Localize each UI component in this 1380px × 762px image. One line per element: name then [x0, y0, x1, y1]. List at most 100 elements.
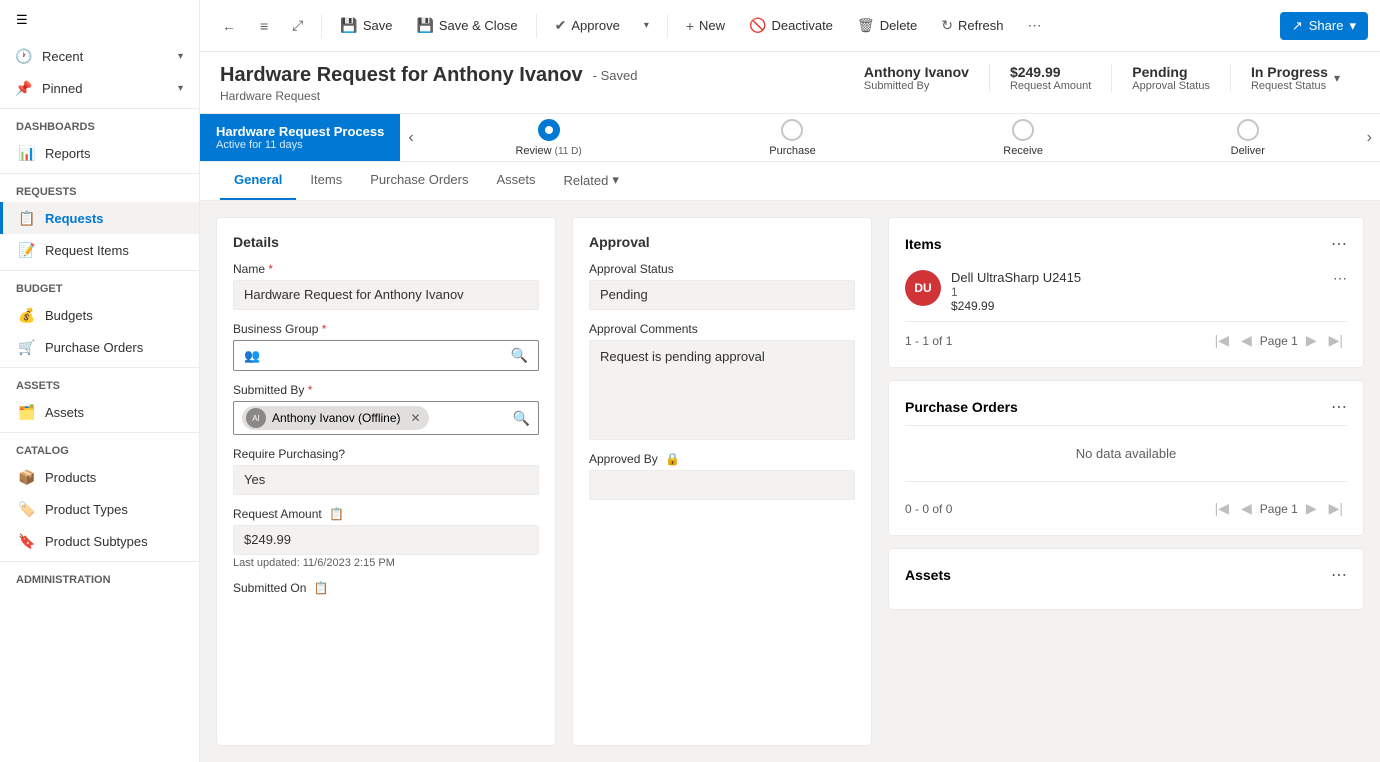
more-button[interactable]: ⋯ — [1018, 11, 1052, 40]
chevron-down-icon: ▾ — [178, 51, 183, 62]
share-dropdown-icon: ▾ — [1349, 18, 1356, 34]
prev-page-button[interactable]: ◀ — [1237, 330, 1256, 351]
sidebar-item-products[interactable]: 📦 Products — [0, 461, 199, 493]
sidebar-item-label: Request Items — [45, 243, 129, 258]
sidebar-item-product-subtypes[interactable]: 🔖 Product Subtypes — [0, 525, 199, 557]
approved-by-value — [589, 470, 855, 500]
separator — [536, 14, 537, 38]
sidebar-item-recent[interactable]: 🕐 Recent ▾ — [0, 40, 199, 72]
step-label-deliver: Deliver — [1231, 145, 1265, 157]
request-amount-value: $249.99 — [233, 525, 539, 555]
deactivate-label: Deactivate — [771, 18, 832, 33]
sidebar-item-purchase-orders[interactable]: 🛒 Purchase Orders — [0, 331, 199, 363]
tab-items[interactable]: Items — [296, 162, 356, 200]
process-step-receive[interactable]: Receive — [1003, 119, 1043, 157]
process-steps: Review (11 D) Purchase Receive Deliver — [422, 115, 1359, 161]
items-more-button[interactable]: ⋯ — [1331, 234, 1347, 254]
refresh-icon: ↻ — [941, 17, 953, 34]
sidebar-item-requests[interactable]: 📋 Requests — [0, 202, 199, 234]
last-page-button[interactable]: ▶| — [1325, 498, 1347, 519]
approve-button[interactable]: ✔ Approve — [545, 11, 630, 40]
items-card: Items ⋯ DU Dell UltraSharp U2415 1 $249.… — [888, 217, 1364, 368]
sidebar-item-product-types[interactable]: 🏷️ Product Types — [0, 493, 199, 525]
divider — [0, 432, 199, 433]
back-button[interactable]: ← — [212, 12, 246, 40]
next-page-button[interactable]: ▶ — [1302, 330, 1321, 351]
request-amount-value: $249.99 — [1010, 64, 1091, 80]
record-subtitle: Hardware Request — [220, 89, 637, 103]
pin-icon: 📌 — [16, 80, 32, 96]
details-card: Details Name * Hardware Request for Anth… — [216, 217, 556, 746]
sidebar-item-reports[interactable]: 📊 Reports — [0, 137, 199, 169]
refresh-button[interactable]: ↻ Refresh — [931, 11, 1013, 40]
lookup-icon: 🔍 — [511, 347, 528, 364]
sidebar-item-budgets[interactable]: 💰 Budgets — [0, 299, 199, 331]
save-label: Save — [363, 18, 393, 33]
sidebar-item-label: Purchase Orders — [45, 340, 143, 355]
process-step-review[interactable]: Review (11 D) — [515, 119, 581, 157]
submitted-by-field: AI Anthony Ivanov (Offline) ✕ 🔍 — [233, 401, 539, 435]
hamburger-button[interactable]: ☰ — [0, 0, 199, 40]
first-page-button[interactable]: |◀ — [1211, 330, 1233, 351]
page-label: Page 1 — [1260, 502, 1298, 516]
sidebar-item-assets[interactable]: 🗂️ Assets — [0, 396, 199, 428]
item-qty: 1 — [951, 285, 1323, 299]
approve-label: Approve — [571, 18, 619, 33]
tab-related[interactable]: Related ▾ — [550, 162, 633, 200]
delete-icon: 🗑 — [857, 17, 875, 34]
divider — [0, 367, 199, 368]
page-label: Page 1 — [1260, 334, 1298, 348]
tab-assets[interactable]: Assets — [482, 162, 549, 200]
item-more-button[interactable]: ⋯ — [1333, 270, 1347, 287]
process-next-button[interactable]: › — [1359, 114, 1380, 161]
business-group-field[interactable]: 👥 🔍 — [233, 340, 539, 371]
purchase-orders-icon: 🛒 — [19, 339, 35, 355]
remove-person-button[interactable]: ✕ — [411, 411, 421, 425]
process-active: Hardware Request Process Active for 11 d… — [200, 114, 400, 161]
expand-button[interactable]: ⤢ — [282, 11, 313, 40]
sidebar-item-request-items[interactable]: 📝 Request Items — [0, 234, 199, 266]
new-button[interactable]: + New — [676, 12, 735, 40]
last-page-button[interactable]: ▶| — [1325, 330, 1347, 351]
save-button[interactable]: 💾 Save — [330, 11, 402, 40]
approve-icon: ✔ — [555, 17, 567, 34]
require-purchasing-value: Yes — [233, 465, 539, 495]
divider — [0, 270, 199, 271]
approval-status-meta: Pending Approval Status — [1111, 64, 1230, 92]
sidebar-item-pinned[interactable]: 📌 Pinned ▾ — [0, 72, 199, 104]
process-step-purchase[interactable]: Purchase — [769, 119, 815, 157]
first-page-button[interactable]: |◀ — [1211, 498, 1233, 519]
chevron-down-icon[interactable]: ▾ — [1334, 71, 1340, 85]
tab-purchase-orders[interactable]: Purchase Orders — [356, 162, 482, 200]
tab-general[interactable]: General — [220, 162, 296, 200]
prev-page-button[interactable]: ◀ — [1237, 498, 1256, 519]
record-meta: Anthony Ivanov Submitted By $249.99 Requ… — [844, 64, 1360, 92]
product-subtypes-icon: 🔖 — [19, 533, 35, 549]
submitted-by-value: Anthony Ivanov — [864, 64, 969, 80]
approval-title: Approval — [589, 234, 855, 250]
save-close-button[interactable]: 💾 Save & Close — [406, 11, 527, 40]
item-row: DU Dell UltraSharp U2415 1 $249.99 ⋯ — [905, 262, 1347, 322]
divider — [0, 173, 199, 174]
items-pagination: 1 - 1 of 1 |◀ ◀ Page 1 ▶ ▶| — [905, 322, 1347, 351]
delete-button[interactable]: 🗑 Delete — [847, 11, 927, 40]
share-button[interactable]: ↗ Share ▾ — [1280, 12, 1368, 40]
purchase-orders-pagination: 0 - 0 of 0 |◀ ◀ Page 1 ▶ ▶| — [905, 490, 1347, 519]
list-view-button[interactable]: ≡ — [250, 12, 278, 40]
process-prev-button[interactable]: ‹ — [400, 114, 421, 161]
sidebar-item-label: Requests — [45, 211, 104, 226]
tabs: General Items Purchase Orders Assets Rel… — [200, 162, 1380, 201]
items-header: Items ⋯ — [905, 234, 1347, 254]
process-step-deliver[interactable]: Deliver — [1231, 119, 1265, 157]
purchase-orders-more-button[interactable]: ⋯ — [1331, 397, 1347, 417]
dashboards-section-label: Dashboards — [0, 113, 199, 137]
sidebar-item-label: Budgets — [45, 308, 93, 323]
assets-more-button[interactable]: ⋯ — [1331, 565, 1347, 585]
approve-dropdown-button[interactable]: ▾ — [634, 14, 659, 37]
next-page-button[interactable]: ▶ — [1302, 498, 1321, 519]
deactivate-button[interactable]: 🚫 Deactivate — [739, 11, 843, 40]
assets-title: Assets — [905, 567, 951, 583]
process-active-title: Hardware Request Process — [216, 124, 384, 139]
item-price: $249.99 — [951, 299, 1323, 313]
item-details: Dell UltraSharp U2415 1 $249.99 — [951, 270, 1323, 313]
